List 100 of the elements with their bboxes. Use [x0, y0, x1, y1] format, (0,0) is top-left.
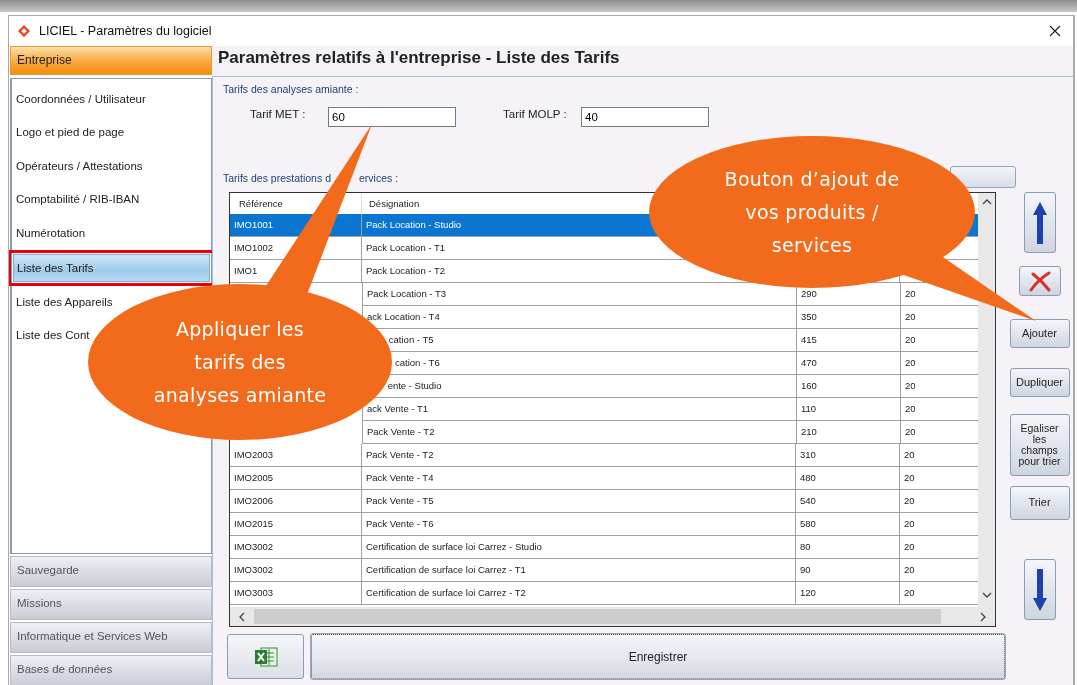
table-cell-text: Pack Vente - T4 [366, 471, 434, 485]
toolbar-button[interactable] [950, 166, 1016, 188]
field-label: Tarif MET : [250, 108, 307, 120]
table-cell-text: IMO3002 [234, 540, 274, 554]
table-cell-text: 20 [904, 517, 915, 531]
table-cell-text: cation - T6 [395, 356, 440, 370]
table-cell-text: 20 [904, 563, 915, 577]
table-cell-text: Pack Vente - T6 [366, 517, 434, 531]
section-heading: ervices : [358, 172, 399, 184]
page-title: Paramètres relatifs à l'entreprise - Liste des Tarifs [212, 46, 1073, 76]
section-heading: Tarifs des analyses amiante : [223, 83, 360, 95]
table-row[interactable]: IMO2003 Pack Vente - T2 310 20 [230, 444, 978, 467]
action-button[interactable]: Trier [1009, 486, 1070, 520]
text-field[interactable]: 60 [328, 107, 456, 127]
table-cell-text: 20 [904, 471, 915, 485]
table-cell-text: Certification de surface loi Carrez - T2 [366, 586, 526, 600]
table-cell-text: 20 [905, 310, 916, 324]
scroll-right-icon[interactable] [979, 611, 987, 622]
sidebar-item[interactable]: Liste des Tarifs [13, 253, 210, 282]
table-cell-text: 210 [801, 425, 817, 439]
table-cell-text: 20 [904, 540, 915, 554]
sidebar-section[interactable]: Sauvegarde [10, 556, 212, 587]
table-cell-text: 20 [904, 586, 915, 600]
table-cell-text: Certification de surface loi Carrez - T1 [366, 563, 526, 577]
callout-text: Appliquer les tarifs des analyses amiante [152, 316, 328, 408]
table-cell-text: Pack Location - T1 [366, 241, 446, 255]
app-logo-icon [17, 24, 31, 38]
table-cell-text: Pack Vente - T2 [366, 448, 434, 462]
table-cell-text: Pack Vente - T2 [367, 425, 435, 439]
table-row[interactable]: IMO3003 Certification de surface loi Carrez - T2 120 20 [230, 582, 978, 605]
table-cell-text: IMO2015 [234, 517, 274, 531]
table-cell-text: IMO2006 [234, 494, 274, 508]
table-row[interactable]: IMO2015 Pack Vente - T6 580 20 [230, 513, 978, 536]
scroll-up-icon[interactable] [981, 198, 992, 206]
sidebar-item[interactable]: Coordonnées / Utilisateur [12, 83, 211, 117]
sidebar-item[interactable]: Comptabilité / RIB-IBAN [12, 183, 211, 217]
table-row[interactable]: IMO2006 Pack Vente - T5 540 20 [230, 490, 978, 513]
table-cell-text: IMO1001 [234, 218, 274, 232]
action-button[interactable]: Dupliquer [1009, 368, 1070, 397]
sidebar-header[interactable]: Entreprise [10, 46, 212, 75]
table-row[interactable]: IMO3002 Certification de surface loi Carrez - Studio 80 20 [230, 536, 978, 559]
action-button[interactable]: Ajouter [1009, 319, 1070, 348]
action-button[interactable]: Egaliser les champs pour trier [1009, 414, 1070, 476]
save-button[interactable]: Enregistrer [311, 634, 1005, 679]
table-cell-text: ack Location - T4 [367, 310, 440, 324]
table-cell-text: ack Vente - T1 [367, 402, 429, 416]
down-arrow-icon [1031, 567, 1048, 612]
table-cell-text: 20 [905, 356, 916, 370]
table-cell-text: IMO2005 [234, 471, 274, 485]
table-cell-text: 110 [801, 402, 817, 416]
window-title: LICIEL - Paramètres du logiciel [39, 24, 213, 38]
table-cell-text: Pack Location - T2 [366, 264, 446, 278]
table-cell-text: 20 [905, 287, 916, 301]
scroll-down-icon[interactable] [981, 591, 992, 599]
table-cell-text: 540 [800, 494, 816, 508]
table-cell-text: IMO1002 [234, 241, 274, 255]
scroll-thumb[interactable] [254, 609, 941, 624]
table-cell-text: Pack Location - T3 [367, 287, 447, 301]
table-cell-text: ente - Studio [387, 379, 442, 393]
table-cell-text: 20 [904, 494, 915, 508]
close-icon[interactable] [1049, 25, 1061, 37]
table-cell-text: 20 [904, 448, 915, 462]
sidebar-section[interactable]: Bases de données [10, 655, 212, 685]
section-heading: Tarifs des prestations d [223, 172, 331, 184]
table-cell-text: Certification de surface loi Carrez - Studio [366, 540, 542, 554]
cross-icon [1027, 270, 1052, 292]
table-row[interactable]: IMO3002 Certification de surface loi Carrez - T1 90 20 [230, 559, 978, 582]
sidebar-item[interactable]: Logo et pied de page [12, 116, 211, 150]
vertical-scrollbar[interactable] [978, 193, 995, 607]
table-row[interactable]: Pack Vente - T2 210 20 [362, 421, 978, 444]
spreadsheet-icon [252, 644, 279, 669]
table-cell-text: 20 [905, 379, 916, 393]
table-cell-text: 310 [800, 448, 816, 462]
table-cell-text: 90 [800, 563, 811, 577]
text-field[interactable]: 40 [581, 107, 709, 127]
table-cell-text: cation - T5 [388, 333, 434, 347]
table-cell-text: IMO3002 [234, 563, 274, 577]
table-cell-text: 290 [801, 287, 817, 301]
table-cell-text: 80 [800, 540, 811, 554]
scroll-left-icon[interactable] [238, 611, 246, 622]
move-up-button[interactable] [1023, 192, 1056, 253]
table-cell-text: IMO2003 [234, 448, 274, 462]
move-down-button[interactable] [1023, 559, 1056, 620]
table-row[interactable]: IMO2005 Pack Vente - T4 480 20 [230, 467, 978, 490]
table-cell-text: IMO1 [234, 264, 258, 278]
sidebar-section[interactable]: Informatique et Services Web [10, 622, 212, 653]
field-label: Tarif MOLP : [503, 108, 568, 120]
horizontal-scrollbar[interactable] [230, 607, 995, 626]
sidebar-item[interactable]: Numérotation [12, 216, 211, 250]
excel-export-button[interactable] [227, 634, 304, 679]
delete-button[interactable] [1018, 266, 1061, 296]
table-cell-text: 580 [800, 517, 816, 531]
table-cell-text: 350 [801, 310, 817, 324]
up-arrow-icon [1031, 200, 1048, 245]
table-cell-text: 20 [905, 425, 916, 439]
table-cell-text: 470 [801, 356, 817, 370]
sidebar-section[interactable]: Missions [10, 589, 212, 620]
table-cell-text: 480 [800, 471, 816, 485]
table-cell-text: 415 [801, 333, 817, 347]
sidebar-item[interactable]: Opérateurs / Attestations [12, 149, 211, 184]
